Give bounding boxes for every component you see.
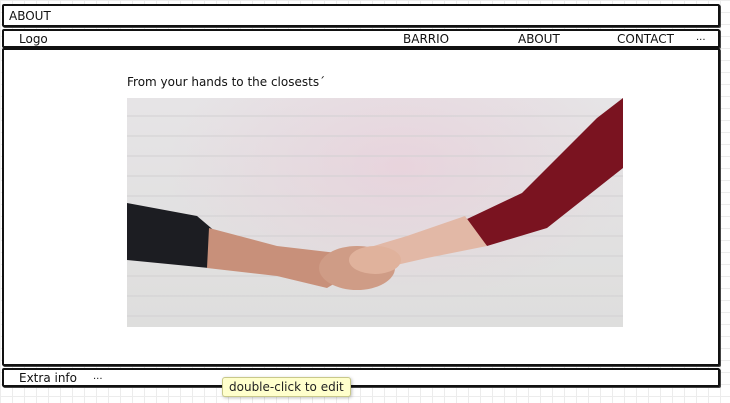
main-content: From your hands to the closests´ (2, 48, 720, 366)
nav-item-barrio[interactable]: BARRIO (403, 32, 449, 46)
edit-tooltip: double-click to edit (222, 377, 351, 397)
footer-bar: Extra info ... (2, 368, 720, 387)
tagline: From your hands to the closests´ (127, 75, 326, 89)
nav-item-more[interactable]: ... (696, 32, 706, 43)
handshake-photo (127, 98, 623, 327)
nav-item-about[interactable]: ABOUT (518, 32, 560, 46)
page-title-bar: ABOUT (2, 4, 720, 27)
footer-more[interactable]: ... (93, 371, 103, 382)
logo[interactable]: Logo (19, 32, 48, 46)
nav-item-contact[interactable]: CONTACT (617, 32, 674, 46)
page-title: ABOUT (9, 9, 51, 23)
handshake-illustration (127, 98, 623, 317)
nav-bar: Logo BARRIO ABOUT CONTACT ... (2, 29, 720, 48)
footer-extra-info[interactable]: Extra info (19, 371, 77, 385)
